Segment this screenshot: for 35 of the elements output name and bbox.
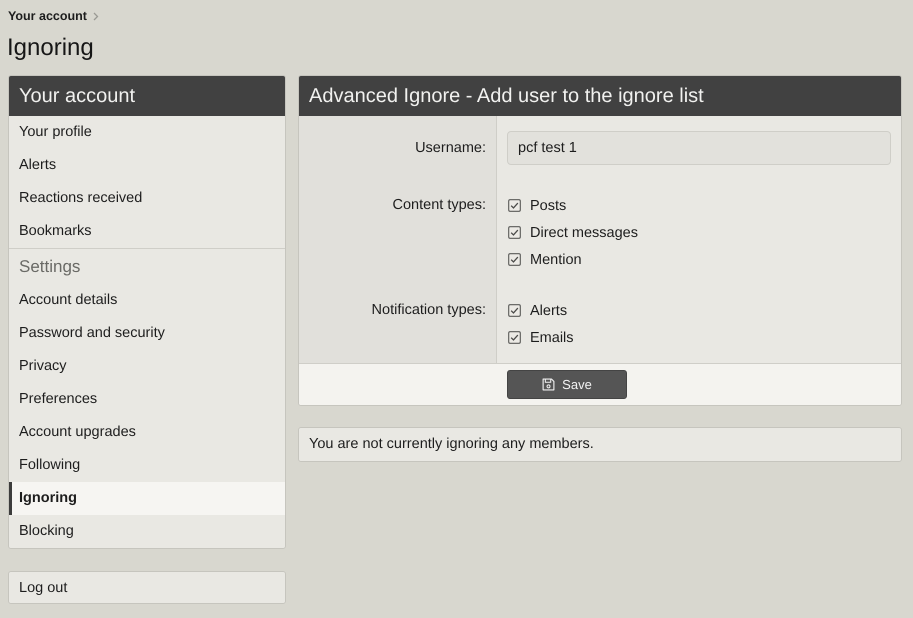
field-label: Content types: bbox=[392, 197, 486, 213]
breadcrumb-link[interactable]: Your account bbox=[8, 9, 87, 23]
checkbox[interactable] bbox=[508, 253, 521, 266]
checkbox[interactable] bbox=[508, 331, 521, 344]
checkbox-label[interactable]: Posts bbox=[530, 198, 566, 214]
form-title: Advanced Ignore - Add user to the ignore list bbox=[299, 76, 901, 116]
checkbox-label[interactable]: Mention bbox=[530, 252, 582, 268]
save-button[interactable]: Save bbox=[507, 370, 627, 399]
checkbox[interactable] bbox=[508, 226, 521, 239]
sidebar-title: Your account bbox=[9, 76, 285, 116]
chevron-icon bbox=[92, 12, 99, 20]
checkbox-label[interactable]: Emails bbox=[530, 330, 574, 346]
sidebar-section-heading: Settings bbox=[18, 256, 82, 278]
field-label: Notification types: bbox=[372, 302, 486, 318]
checkbox[interactable] bbox=[508, 304, 521, 317]
sidebar-item[interactable]: Bookmarks bbox=[9, 215, 285, 248]
sidebar-item[interactable]: Privacy bbox=[9, 350, 285, 383]
checkbox[interactable] bbox=[508, 199, 521, 212]
page-title: Ignoring bbox=[7, 33, 95, 63]
sidebar-item[interactable]: Password and security bbox=[9, 317, 285, 350]
username-field[interactable]: pcf test 1 bbox=[507, 131, 891, 165]
sidebar-item[interactable]: Ignoring bbox=[9, 482, 285, 515]
sidebar-item[interactable]: Account upgrades bbox=[9, 416, 285, 449]
checkbox-label[interactable]: Alerts bbox=[530, 302, 568, 318]
field-label: Username: bbox=[415, 140, 486, 156]
sidebar-item[interactable]: Following bbox=[9, 449, 285, 482]
checkbox-label[interactable]: Direct messages bbox=[530, 224, 638, 240]
sidebar-item[interactable]: Reactions received bbox=[9, 182, 285, 215]
sidebar-item[interactable]: Blocking bbox=[9, 515, 285, 548]
sidebar-item[interactable]: Your profile bbox=[9, 116, 285, 149]
sidebar-item[interactable]: Preferences bbox=[9, 383, 285, 416]
empty-list-notice: You are not currently ignoring any members. bbox=[298, 427, 902, 462]
sidebar-item[interactable]: Alerts bbox=[9, 149, 285, 182]
sidebar-item[interactable]: Account details bbox=[9, 284, 285, 317]
logout-link[interactable]: Log out bbox=[8, 571, 286, 604]
